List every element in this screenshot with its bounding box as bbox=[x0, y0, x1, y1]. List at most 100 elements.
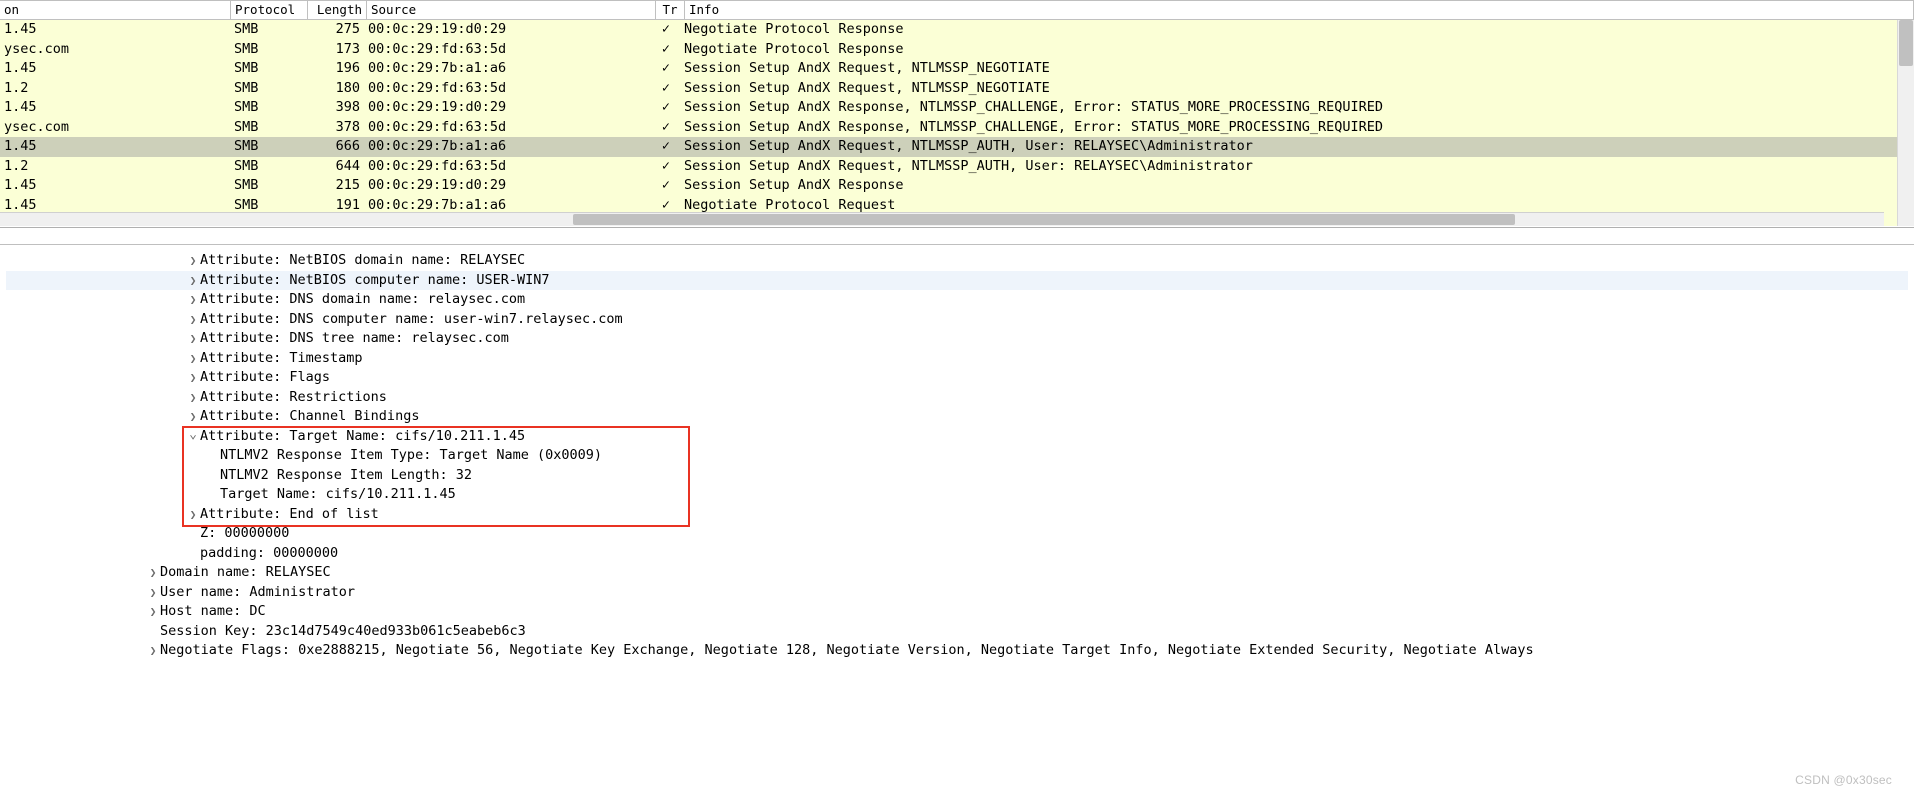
tree-node[interactable]: Attribute: DNS domain name: relaysec.com bbox=[6, 290, 1908, 310]
app-root: on Protocol Length Source Tr Info 1.45SM… bbox=[0, 0, 1914, 795]
tree-node[interactable]: Attribute: DNS tree name: relaysec.com bbox=[6, 329, 1908, 349]
cell-src: 00:0c:29:19:d0:29 bbox=[364, 98, 652, 118]
tree-node[interactable]: Session Key: 23c14d7549c40ed933b061c5eab… bbox=[6, 622, 1908, 642]
tree-node-label: Attribute: End of list bbox=[200, 505, 379, 525]
checkmark-icon bbox=[659, 98, 674, 118]
tree-node[interactable]: User name: Administrator bbox=[6, 583, 1908, 603]
cell-proto: SMB bbox=[230, 98, 306, 118]
cell-src: 00:0c:29:19:d0:29 bbox=[364, 20, 652, 40]
packet-row[interactable]: 1.45SMB39800:0c:29:19:d0:29Session Setup… bbox=[0, 98, 1914, 118]
tree-node-label: User name: Administrator bbox=[160, 583, 355, 603]
chevron-right-icon[interactable] bbox=[146, 602, 160, 622]
chevron-right-icon[interactable] bbox=[146, 563, 160, 583]
tree-node-label: padding: 00000000 bbox=[200, 544, 338, 564]
tree-node[interactable]: Attribute: Flags bbox=[6, 368, 1908, 388]
col-header-length[interactable]: Length bbox=[308, 1, 367, 19]
col-header-source[interactable]: Source bbox=[367, 1, 656, 19]
packet-row[interactable]: 1.45SMB27500:0c:29:19:d0:29Negotiate Pro… bbox=[0, 20, 1914, 40]
col-header-info[interactable]: Info bbox=[685, 1, 1914, 19]
tree-node-label: Attribute: Channel Bindings bbox=[200, 407, 419, 427]
cell-proto: SMB bbox=[230, 79, 306, 99]
col-header-protocol[interactable]: Protocol bbox=[231, 1, 308, 19]
packet-list-hscroll-thumb[interactable] bbox=[573, 214, 1515, 225]
checkmark-icon bbox=[659, 118, 674, 138]
col-header-tr[interactable]: Tr bbox=[656, 1, 685, 19]
tree-node[interactable]: Negotiate Flags: 0xe2888215, Negotiate 5… bbox=[6, 641, 1908, 661]
cell-proto: SMB bbox=[230, 118, 306, 138]
tree-node[interactable]: Attribute: NetBIOS domain name: RELAYSEC bbox=[6, 251, 1908, 271]
packet-list-pane[interactable]: on Protocol Length Source Tr Info 1.45SM… bbox=[0, 1, 1914, 228]
chevron-right-icon[interactable] bbox=[186, 368, 200, 388]
packet-row[interactable]: 1.45SMB21500:0c:29:19:d0:29Session Setup… bbox=[0, 176, 1914, 196]
chevron-right-icon[interactable] bbox=[186, 349, 200, 369]
cell-len: 196 bbox=[306, 59, 364, 79]
tree-node-label: Z: 00000000 bbox=[200, 524, 289, 544]
packet-list-header[interactable]: on Protocol Length Source Tr Info bbox=[0, 1, 1914, 20]
cell-info: Session Setup AndX Request, NTLMSSP_AUTH… bbox=[680, 157, 1914, 177]
packet-list-vscroll[interactable] bbox=[1897, 20, 1914, 226]
tree-node[interactable]: padding: 00000000 bbox=[6, 544, 1908, 564]
tree-node-label: Host name: DC bbox=[160, 602, 266, 622]
cell-dest: ysec.com bbox=[0, 118, 230, 138]
tree-node[interactable]: Attribute: Restrictions bbox=[6, 388, 1908, 408]
cell-tr bbox=[652, 137, 680, 157]
packet-row[interactable]: ysec.comSMB17300:0c:29:fd:63:5dNegotiate… bbox=[0, 40, 1914, 60]
cell-tr bbox=[652, 118, 680, 138]
cell-info: Session Setup AndX Request, NTLMSSP_AUTH… bbox=[680, 137, 1914, 157]
packet-list-vscroll-thumb[interactable] bbox=[1899, 20, 1913, 66]
col-header-destination[interactable]: on bbox=[0, 1, 231, 19]
tree-node[interactable]: Domain name: RELAYSEC bbox=[6, 563, 1908, 583]
chevron-down-icon[interactable] bbox=[186, 427, 200, 447]
tree-node-label: Attribute: DNS tree name: relaysec.com bbox=[200, 329, 509, 349]
tree-node[interactable]: Attribute: Timestamp bbox=[6, 349, 1908, 369]
cell-tr bbox=[652, 157, 680, 177]
tree-node[interactable]: Attribute: Target Name: cifs/10.211.1.45 bbox=[6, 427, 1908, 447]
chevron-right-icon[interactable] bbox=[186, 388, 200, 408]
chevron-right-icon[interactable] bbox=[186, 251, 200, 271]
tree-node[interactable]: NTLMV2 Response Item Type: Target Name (… bbox=[6, 446, 1908, 466]
cell-info: Session Setup AndX Response, NTLMSSP_CHA… bbox=[680, 118, 1914, 138]
chevron-right-icon[interactable] bbox=[186, 407, 200, 427]
chevron-right-icon[interactable] bbox=[146, 583, 160, 603]
chevron-right-icon[interactable] bbox=[186, 290, 200, 310]
tree-node[interactable]: Host name: DC bbox=[6, 602, 1908, 622]
chevron-right-icon[interactable] bbox=[146, 641, 160, 661]
packet-row[interactable]: 1.45SMB66600:0c:29:7b:a1:a6Session Setup… bbox=[0, 137, 1914, 157]
pane-splitter[interactable] bbox=[0, 228, 1914, 245]
tree-node[interactable]: Z: 00000000 bbox=[6, 524, 1908, 544]
cell-src: 00:0c:29:7b:a1:a6 bbox=[364, 59, 652, 79]
tree-node-label: Target Name: cifs/10.211.1.45 bbox=[220, 485, 456, 505]
tree-node[interactable]: NTLMV2 Response Item Length: 32 bbox=[6, 466, 1908, 486]
cell-len: 275 bbox=[306, 20, 364, 40]
cell-dest: 1.2 bbox=[0, 79, 230, 99]
packet-details-pane[interactable]: Attribute: NetBIOS domain name: RELAYSEC… bbox=[0, 245, 1914, 795]
chevron-right-icon[interactable] bbox=[186, 271, 200, 291]
cell-info: Negotiate Protocol Response bbox=[680, 40, 1914, 60]
chevron-right-icon[interactable] bbox=[186, 329, 200, 349]
packet-row[interactable]: 1.2SMB18000:0c:29:fd:63:5dSession Setup … bbox=[0, 79, 1914, 99]
tree-node[interactable]: Attribute: Channel Bindings bbox=[6, 407, 1908, 427]
cell-len: 215 bbox=[306, 176, 364, 196]
tree-node[interactable]: Target Name: cifs/10.211.1.45 bbox=[6, 485, 1908, 505]
tree-node[interactable]: Attribute: DNS computer name: user-win7.… bbox=[6, 310, 1908, 330]
cell-proto: SMB bbox=[230, 40, 306, 60]
packet-row[interactable]: 1.2SMB64400:0c:29:fd:63:5dSession Setup … bbox=[0, 157, 1914, 177]
cell-info: Negotiate Protocol Response bbox=[680, 20, 1914, 40]
tree-node-label: NTLMV2 Response Item Type: Target Name (… bbox=[220, 446, 602, 466]
cell-info: Session Setup AndX Request, NTLMSSP_NEGO… bbox=[680, 79, 1914, 99]
cell-dest: ysec.com bbox=[0, 40, 230, 60]
checkmark-icon bbox=[659, 40, 674, 60]
tree-node[interactable]: Attribute: NetBIOS computer name: USER-W… bbox=[6, 271, 1908, 291]
cell-src: 00:0c:29:7b:a1:a6 bbox=[364, 137, 652, 157]
cell-src: 00:0c:29:fd:63:5d bbox=[364, 118, 652, 138]
tree-node[interactable]: Attribute: End of list bbox=[6, 505, 1908, 525]
packet-row[interactable]: ysec.comSMB37800:0c:29:fd:63:5dSession S… bbox=[0, 118, 1914, 138]
packet-row[interactable]: 1.45SMB19600:0c:29:7b:a1:a6Session Setup… bbox=[0, 59, 1914, 79]
cell-dest: 1.45 bbox=[0, 98, 230, 118]
chevron-right-icon[interactable] bbox=[186, 505, 200, 525]
packet-list-hscroll[interactable] bbox=[0, 212, 1884, 226]
cell-proto: SMB bbox=[230, 20, 306, 40]
chevron-right-icon[interactable] bbox=[186, 310, 200, 330]
packet-list-body[interactable]: 1.45SMB27500:0c:29:19:d0:29Negotiate Pro… bbox=[0, 20, 1914, 226]
watermark: CSDN @0x30sec bbox=[1795, 773, 1892, 787]
